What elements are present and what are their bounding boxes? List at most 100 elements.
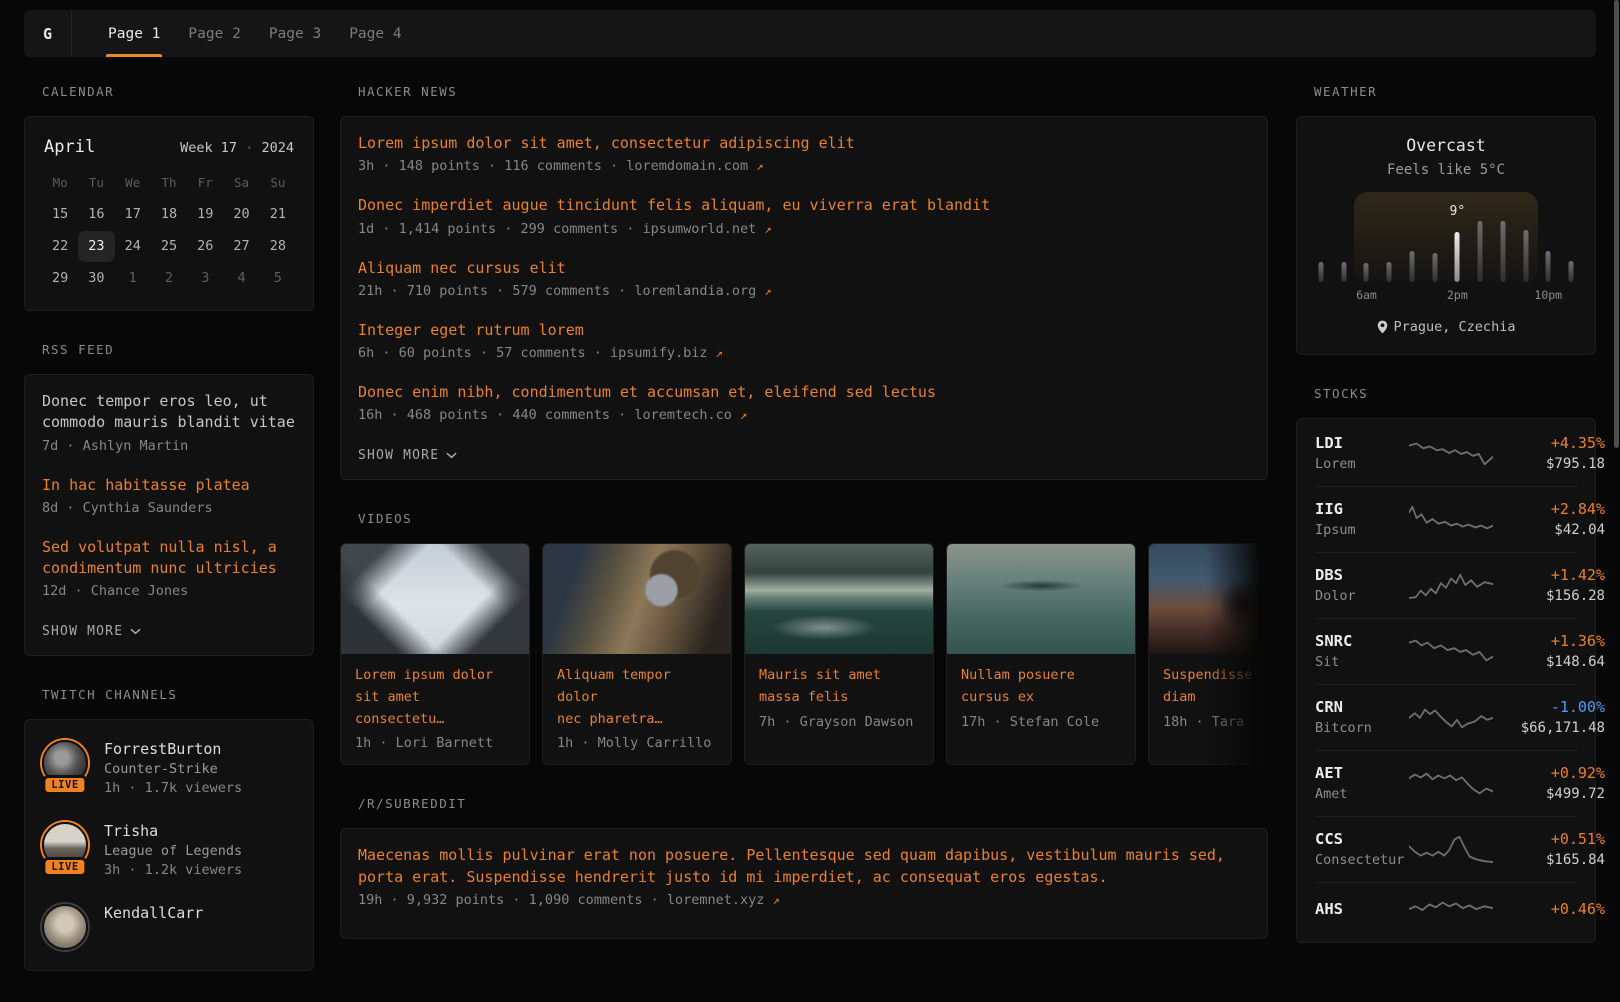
stock-left: DBS Dolor [1315, 566, 1409, 604]
video-title[interactable]: Aliquam tempor dolor nec pharetra… [557, 665, 717, 730]
video-card[interactable]: Suspendisse diam 18h · Tara [1148, 543, 1268, 765]
rss-card: Donec tempor eros leo, ut commodo mauris… [24, 374, 314, 656]
stocks-section: STOCKS LDI Lorem +4.35% $795.18 IIG Ipsu… [1296, 386, 1596, 943]
twitch-channel[interactable]: LIVE ForrestBurton Counter-Strike 1h · 1… [42, 740, 296, 796]
video-card[interactable]: Nullam posuere cursus ex 17h · Stefan Co… [946, 543, 1136, 765]
calendar-weekday: Mo [42, 171, 78, 195]
news-item-domain[interactable]: loremtech.co [634, 407, 732, 423]
stock-right: -1.00% $66,171.48 [1493, 698, 1605, 736]
video-thumbnail[interactable] [1149, 544, 1268, 654]
weather-bar [1387, 262, 1392, 282]
page-tab[interactable]: Page 3 [255, 10, 335, 57]
rss-item-title[interactable]: Donec tempor eros leo, ut commodo mauris… [42, 391, 296, 434]
stock-row[interactable]: CRN Bitcorn -1.00% $66,171.48 [1315, 684, 1577, 750]
twitch-channel[interactable]: LIVE Trisha League of Legends 3h · 1.2k … [42, 822, 296, 878]
news-item: Maecenas mollis pulvinar erat non posuer… [358, 845, 1250, 908]
page-tab[interactable]: Page 2 [174, 10, 254, 57]
twitch-channel-game: Counter-Strike [104, 761, 242, 777]
video-thumbnail[interactable] [543, 544, 731, 654]
show-more-button[interactable]: SHOW MORE [358, 448, 457, 463]
sparkline-chart [1409, 570, 1493, 600]
rss-item-title[interactable]: In hac habitasse platea [42, 475, 296, 496]
video-title[interactable]: Mauris sit amet massa felis [759, 665, 919, 708]
calendar-day-selected: 23 [78, 231, 114, 262]
stock-row[interactable]: IIG Ipsum +2.84% $42.04 [1315, 486, 1577, 552]
news-item-title[interactable]: Aliquam nec cursus elit [358, 258, 1250, 279]
separator-dot: · [245, 140, 253, 156]
stock-sparkline [1409, 636, 1493, 666]
rss-item-meta: 12d · Chance Jones [42, 583, 296, 599]
rss-item-title[interactable]: Sed volutpat nulla nisl, a condimentum n… [42, 537, 296, 580]
stock-change: -1.00% [1493, 698, 1605, 716]
weather-bar [1523, 230, 1528, 282]
video-thumbnail[interactable] [947, 544, 1135, 654]
stock-price: $42.04 [1493, 522, 1605, 538]
news-item-domain[interactable]: loremdomain.com [626, 158, 748, 174]
videos-section-label: VIDEOS [358, 511, 1268, 526]
twitch-channel-name[interactable]: Trisha [104, 822, 242, 840]
stock-row[interactable]: DBS Dolor +1.42% $156.28 [1315, 552, 1577, 618]
right-column: WEATHER Overcast Feels like 5°C 9° 6am2p… [1296, 84, 1596, 974]
video-card[interactable]: Aliquam tempor dolor nec pharetra… 1h · … [542, 543, 732, 765]
stock-change: +0.51% [1493, 830, 1605, 848]
stock-row[interactable]: CCS Consectetur +0.51% $165.84 [1315, 816, 1577, 882]
calendar-day: 21 [260, 199, 296, 230]
show-more-button[interactable]: SHOW MORE [42, 624, 141, 639]
videos-row: Lorem ipsum dolor sit amet consectetu… 1… [340, 543, 1268, 765]
page-tab[interactable]: Page 1 [94, 10, 174, 57]
news-item-meta: 3h · 148 points · 116 comments · loremdo… [358, 158, 1250, 174]
twitch-channel-info: KendallCarr [104, 904, 203, 950]
video-title[interactable]: Lorem ipsum dolor sit amet consectetu… [355, 665, 515, 730]
news-item-domain[interactable]: ipsumify.biz [610, 345, 708, 361]
sparkline-chart [1409, 896, 1493, 926]
calendar-day: 15 [42, 199, 78, 230]
scrollbar[interactable] [1614, 0, 1619, 448]
calendar-day: 3 [187, 263, 223, 294]
weather-bar [1478, 221, 1483, 282]
weather-time-label: 2pm [1447, 288, 1468, 302]
news-item: Aliquam nec cursus elit 21h · 710 points… [358, 258, 1250, 299]
stock-name: Bitcorn [1315, 720, 1409, 736]
twitch-channel-name[interactable]: KendallCarr [104, 904, 203, 922]
sparkline-chart [1409, 636, 1493, 666]
news-item-title[interactable]: Donec enim nibh, condimentum et accumsan… [358, 382, 1250, 403]
video-info: Mauris sit amet massa felis 7h · Grayson… [745, 654, 933, 742]
calendar-day: 18 [151, 199, 187, 230]
news-item-title[interactable]: Integer eget rutrum lorem [358, 320, 1250, 341]
app-logo[interactable]: G [24, 10, 72, 57]
stock-row[interactable]: SNRC Sit +1.36% $148.64 [1315, 618, 1577, 684]
weather-bar [1546, 251, 1551, 282]
news-item-domain[interactable]: loremlandia.org [634, 283, 756, 299]
video-thumbnail[interactable] [745, 544, 933, 654]
stock-row[interactable]: AET Amet +0.92% $499.72 [1315, 750, 1577, 816]
stock-sparkline [1409, 570, 1493, 600]
stock-row[interactable]: AHS +0.46% [1315, 882, 1577, 940]
twitch-channel[interactable]: KendallCarr [42, 904, 296, 950]
live-badge: LIVE [42, 857, 87, 877]
show-more-label: SHOW MORE [358, 448, 439, 463]
news-item-domain[interactable]: ipsumworld.net [642, 221, 756, 237]
video-title[interactable]: Suspendisse diam [1163, 665, 1268, 708]
calendar-weekday: Tu [78, 171, 114, 195]
stock-row[interactable]: LDI Lorem +4.35% $795.18 [1315, 421, 1577, 486]
stock-symbol: AHS [1315, 900, 1409, 918]
stock-name: Dolor [1315, 588, 1409, 604]
news-item-title[interactable]: Maecenas mollis pulvinar erat non posuer… [358, 845, 1250, 888]
video-thumbnail[interactable] [341, 544, 529, 654]
video-title[interactable]: Nullam posuere cursus ex [961, 665, 1121, 708]
video-info: Aliquam tempor dolor nec pharetra… 1h · … [543, 654, 731, 764]
twitch-channel-name[interactable]: ForrestBurton [104, 740, 242, 758]
weather-section: WEATHER Overcast Feels like 5°C 9° 6am2p… [1296, 84, 1596, 355]
news-item-meta: 16h · 468 points · 440 comments · loremt… [358, 407, 1250, 423]
news-item-title[interactable]: Lorem ipsum dolor sit amet, consectetur … [358, 133, 1250, 154]
hackernews-section: HACKER NEWS Lorem ipsum dolor sit amet, … [340, 84, 1268, 480]
external-link-icon: ↗ [756, 159, 763, 173]
video-card[interactable]: Lorem ipsum dolor sit amet consectetu… 1… [340, 543, 530, 765]
video-card[interactable]: Mauris sit amet massa felis 7h · Grayson… [744, 543, 934, 765]
calendar-section: CALENDAR April Week 17 · 2024 MoTuWeThFr… [24, 84, 314, 311]
weather-feels-like: Feels like 5°C [1313, 162, 1579, 178]
calendar-day: 29 [42, 263, 78, 294]
page-tab[interactable]: Page 4 [335, 10, 415, 57]
news-item-title[interactable]: Donec imperdiet augue tincidunt felis al… [358, 195, 1250, 216]
sparkline-chart [1409, 438, 1493, 468]
